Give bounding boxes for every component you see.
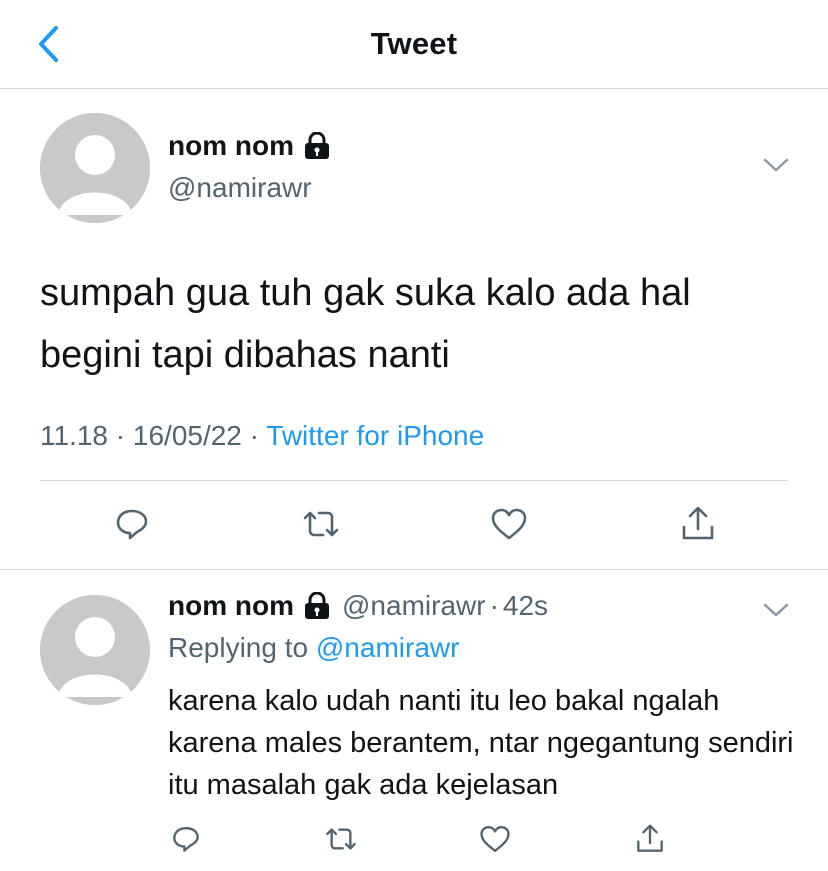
reply-timestamp: 42s (502, 590, 549, 621)
reply-author-handle[interactable]: @namirawr (342, 590, 486, 622)
default-avatar-icon (40, 595, 150, 705)
like-button[interactable] (471, 815, 519, 863)
meta-separator: · (249, 420, 259, 451)
tweet-meta: 11.18 · 16/05/22 · Twitter for iPhone (40, 420, 484, 452)
author-name-row[interactable]: nom nom (168, 130, 332, 162)
share-button[interactable] (674, 500, 722, 548)
divider (0, 569, 828, 570)
replying-to-label: Replying to (168, 632, 309, 663)
retweet-icon (325, 828, 356, 850)
top-bar: Tweet (0, 0, 828, 89)
tweet-time: 11.18 (40, 420, 108, 451)
meta-separator: · (489, 590, 499, 621)
replying-to-mention[interactable]: @namirawr (316, 632, 460, 663)
author-name: nom nom (168, 130, 294, 161)
share-icon (682, 506, 714, 540)
reply-text: karena kalo udah nanti itu leo bakal nga… (168, 685, 794, 801)
lock-icon (305, 592, 329, 619)
meta-separator: · (115, 420, 126, 451)
reply-avatar[interactable] (40, 595, 150, 705)
replying-to: Replying to @namirawr (168, 632, 459, 664)
author-handle[interactable]: @namirawr (168, 172, 312, 204)
reply-author-name[interactable]: nom nom (168, 590, 294, 622)
retweet-button[interactable] (317, 815, 365, 863)
reply-button[interactable] (108, 500, 156, 548)
page-title: Tweet (370, 26, 458, 61)
reply-button[interactable] (162, 815, 210, 863)
more-options-button[interactable] (762, 155, 790, 180)
divider (40, 480, 788, 481)
lock-icon (305, 132, 329, 159)
retweet-icon (303, 511, 338, 537)
reply-more-options-button[interactable] (762, 600, 790, 625)
heart-icon (480, 826, 510, 852)
heart-icon (492, 508, 527, 540)
default-avatar-icon (40, 113, 150, 223)
reply-icon (173, 827, 199, 852)
reply-actions (162, 815, 674, 863)
reply-header: nom nom @namirawr · 42s (168, 590, 548, 622)
avatar[interactable] (40, 113, 150, 223)
chevron-down-icon (763, 158, 789, 172)
share-button[interactable] (626, 815, 674, 863)
share-icon (637, 824, 663, 852)
like-button[interactable] (485, 500, 533, 548)
tweet-text: sumpah gua tuh gak suka kalo ada hal beg… (40, 272, 691, 376)
reply-icon (116, 509, 148, 540)
tweet-actions (108, 500, 722, 548)
tweet-date: 16/05/22 (132, 420, 242, 451)
tweet-source-link[interactable]: Twitter for iPhone (266, 420, 484, 451)
chevron-down-icon (763, 603, 789, 617)
retweet-button[interactable] (297, 500, 345, 548)
